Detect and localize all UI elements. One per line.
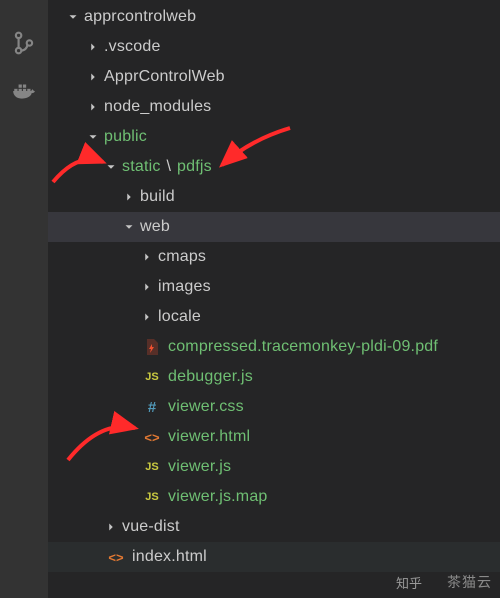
tree-file[interactable]: compressed.tracemonkey-pldi-09.pdf xyxy=(48,332,500,362)
tree-folder[interactable]: vue-dist xyxy=(48,512,500,542)
tree-root[interactable]: apprcontrolweb xyxy=(48,2,500,32)
file-label: viewer.js xyxy=(168,458,231,476)
folder-label: cmaps xyxy=(158,248,206,266)
chevron-right-icon xyxy=(138,278,156,296)
js-icon: JS xyxy=(142,487,162,507)
folder-label: node_modules xyxy=(104,98,211,116)
chevron-right-icon xyxy=(84,38,102,56)
tree-folder[interactable]: node_modules xyxy=(48,92,500,122)
js-icon: JS xyxy=(142,367,162,387)
folder-label: images xyxy=(158,278,211,296)
pdf-icon xyxy=(142,337,162,357)
tree-file[interactable]: JS debugger.js xyxy=(48,362,500,392)
tree-folder-path[interactable]: static \ pdfjs xyxy=(48,152,500,182)
docker-icon[interactable] xyxy=(11,78,37,104)
chevron-right-icon xyxy=(84,98,102,116)
tree-file[interactable]: JS viewer.js.map xyxy=(48,482,500,512)
chevron-right-icon xyxy=(120,188,138,206)
file-label: debugger.js xyxy=(168,368,253,386)
folder-label: apprcontrolweb xyxy=(84,8,196,26)
chevron-down-icon xyxy=(64,8,82,26)
file-label: viewer.html xyxy=(168,428,250,446)
folder-label: static xyxy=(122,158,161,176)
folder-label: public xyxy=(104,128,147,146)
tree-file[interactable]: <> viewer.html xyxy=(48,422,500,452)
folder-label: pdfjs xyxy=(177,158,212,176)
tree-folder[interactable]: cmaps xyxy=(48,242,500,272)
chevron-down-icon xyxy=(120,218,138,236)
tree-folder[interactable]: ApprControlWeb xyxy=(48,62,500,92)
folder-label: locale xyxy=(158,308,201,326)
tree-folder-selected[interactable]: web xyxy=(48,212,500,242)
file-label: index.html xyxy=(132,548,207,566)
folder-label: vue-dist xyxy=(122,518,180,536)
tree-folder[interactable]: build xyxy=(48,182,500,212)
watermark-text: 茶猫云 xyxy=(447,572,492,592)
chevron-right-icon xyxy=(138,308,156,326)
file-label: viewer.css xyxy=(168,398,244,416)
chevron-down-icon xyxy=(102,158,120,176)
html-icon: <> xyxy=(142,427,162,447)
chevron-down-icon xyxy=(84,128,102,146)
chevron-right-icon xyxy=(102,518,120,536)
folder-label: web xyxy=(140,218,170,236)
js-icon: JS xyxy=(142,457,162,477)
chevron-right-icon xyxy=(84,68,102,86)
folder-label: ApprControlWeb xyxy=(104,68,225,86)
tree-file[interactable]: JS viewer.js xyxy=(48,452,500,482)
file-label: viewer.js.map xyxy=(168,488,268,506)
chevron-right-icon xyxy=(138,248,156,266)
html-icon: <> xyxy=(106,547,126,567)
tree-file[interactable]: <> index.html xyxy=(48,542,500,572)
tree-folder[interactable]: .vscode xyxy=(48,32,500,62)
source-control-icon[interactable] xyxy=(11,30,37,56)
tree-folder[interactable]: locale xyxy=(48,302,500,332)
file-explorer: apprcontrolweb .vscode ApprControlWeb no… xyxy=(48,0,500,598)
tree-file[interactable]: # viewer.css xyxy=(48,392,500,422)
tree-folder[interactable]: public xyxy=(48,122,500,152)
file-label: compressed.tracemonkey-pldi-09.pdf xyxy=(168,338,438,356)
zhihu-watermark: 知乎 xyxy=(396,573,422,592)
activity-bar xyxy=(0,0,48,598)
tree-folder[interactable]: images xyxy=(48,272,500,302)
css-icon: # xyxy=(142,397,162,417)
folder-label: build xyxy=(140,188,175,206)
path-separator: \ xyxy=(167,158,171,176)
folder-label: .vscode xyxy=(104,38,161,56)
